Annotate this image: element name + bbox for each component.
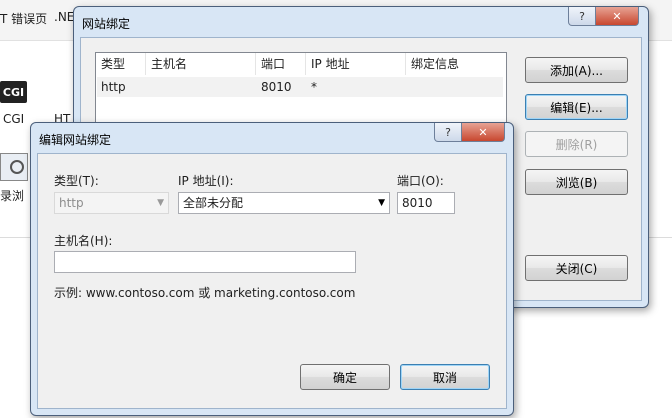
help-icon[interactable]: ? — [568, 7, 596, 26]
type-combobox[interactable]: http ▼ — [54, 192, 169, 214]
help-icon[interactable]: ? — [434, 123, 462, 142]
close-button[interactable]: 关闭(C) — [525, 255, 628, 281]
port-label: 端口(O): — [397, 174, 444, 188]
port-field[interactable]: 8010 — [397, 192, 455, 214]
feature-logging-label[interactable]: 录浏 — [0, 187, 24, 204]
type-label: 类型(T): — [54, 174, 99, 188]
feature-cgi-label[interactable]: CGI — [3, 112, 24, 126]
edit-button[interactable]: 编辑(E)... — [525, 94, 628, 120]
ip-value: 全部未分配 — [183, 196, 244, 210]
logging-icon[interactable] — [0, 153, 28, 181]
add-button[interactable]: 添加(A)... — [525, 57, 628, 83]
column-header-ip[interactable]: IP 地址 — [306, 53, 406, 75]
cell-type: http — [101, 80, 126, 94]
cgi-icon[interactable]: CGI — [0, 81, 27, 103]
column-header-type[interactable]: 类型 — [96, 53, 146, 75]
table-row[interactable]: http 8010 * — [97, 77, 503, 97]
chevron-down-icon: ▼ — [157, 198, 164, 208]
cancel-button[interactable]: 取消 — [400, 364, 490, 390]
dialog-client: 类型(T): http ▼ IP 地址(I): 全部未分配 ▼ 端口(O): 8… — [37, 153, 507, 409]
column-header-host[interactable]: 主机名 — [146, 53, 256, 75]
column-header-port[interactable]: 端口 — [256, 53, 306, 75]
column-header-binding-info[interactable]: 绑定信息 — [406, 53, 504, 75]
dialog-title: 网站绑定 — [82, 17, 131, 31]
remove-button[interactable]: 删除(R) — [525, 131, 628, 157]
ip-label: IP 地址(I): — [178, 174, 234, 188]
chevron-down-icon: ▼ — [378, 198, 385, 208]
close-icon[interactable]: ✕ — [461, 123, 505, 142]
edit-binding-dialog: 编辑网站绑定 ? ✕ 类型(T): http ▼ IP 地址(I): 全部未分配… — [30, 122, 514, 416]
host-label: 主机名(H): — [54, 234, 113, 248]
cell-port: 8010 — [261, 80, 292, 94]
cell-ip: * — [311, 80, 317, 94]
example-text: 示例: www.contoso.com 或 marketing.contoso.… — [54, 286, 356, 300]
feature-net-label[interactable]: .NE — [54, 10, 74, 24]
host-field[interactable] — [54, 251, 356, 273]
dialog-title: 编辑网站绑定 — [39, 133, 112, 147]
feature-error-pages-label[interactable]: T 错误页 — [0, 10, 47, 27]
ok-button[interactable]: 确定 — [300, 364, 390, 390]
close-icon[interactable]: ✕ — [595, 7, 639, 26]
ip-combobox[interactable]: 全部未分配 ▼ — [178, 192, 390, 214]
browse-button[interactable]: 浏览(B) — [525, 169, 628, 195]
type-value: http — [59, 196, 84, 210]
